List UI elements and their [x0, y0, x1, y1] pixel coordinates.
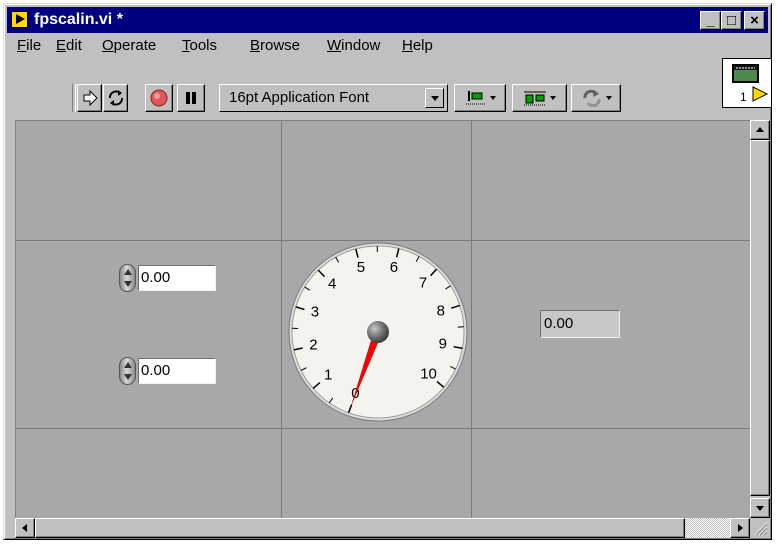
scroll-right-button[interactable] — [730, 518, 750, 538]
distribute-objects-button[interactable] — [512, 84, 567, 112]
minimize-button[interactable]: _ — [700, 11, 721, 30]
menu-help[interactable]: Help — [402, 37, 433, 54]
align-objects-icon — [465, 91, 486, 105]
gauge-label-8: 8 — [437, 303, 445, 320]
gauge[interactable]: 0 1 2 3 4 5 6 7 8 9 10 — [287, 241, 469, 423]
gauge-label-7: 7 — [419, 275, 427, 292]
reorder-icon — [582, 89, 601, 107]
run-button[interactable] — [77, 84, 102, 112]
numeric-indicator: 0.00 — [540, 310, 620, 338]
font-ring[interactable]: 16pt Application Font — [219, 84, 448, 112]
numeric-control-bottom-value[interactable]: 0.00 — [138, 358, 216, 384]
gauge-label-5: 5 — [357, 259, 365, 276]
scroll-left-button[interactable] — [15, 518, 35, 538]
gauge-label-3: 3 — [311, 304, 319, 321]
chevron-down-icon[interactable] — [425, 88, 444, 108]
gauge-label-6: 6 — [390, 259, 398, 276]
abort-icon — [150, 89, 168, 107]
gauge-label-2: 2 — [309, 337, 317, 354]
menu-window[interactable]: Window — [327, 37, 380, 54]
menu-tools[interactable]: Tools — [182, 37, 217, 54]
vi-icon-graphic: 1 — [725, 61, 769, 105]
close-icon: × — [750, 12, 759, 29]
vertical-scroll-thumb[interactable] — [750, 140, 770, 496]
abort-button[interactable] — [145, 84, 173, 112]
gauge-label-1: 1 — [324, 366, 332, 383]
gauge-hub — [367, 321, 389, 343]
title-bar[interactable]: fpscalin.vi * _ □ × — [7, 7, 768, 33]
window-title: fpscalin.vi * — [34, 11, 123, 28]
scroll-right-icon — [738, 524, 743, 532]
distribute-objects-icon — [524, 91, 546, 106]
menu-bar: File Edit Operate Tools Browse Window He… — [7, 35, 707, 57]
dropdown-arrow-icon — [489, 96, 496, 100]
scroll-down-icon — [756, 506, 764, 511]
dropdown-arrow-icon — [550, 96, 556, 100]
pause-icon — [186, 92, 196, 104]
horizontal-scrollbar[interactable] — [15, 518, 750, 538]
labview-app-icon[interactable] — [11, 11, 28, 28]
align-objects-button[interactable] — [454, 84, 506, 112]
numeric-control-top[interactable]: 0.00 — [119, 264, 219, 292]
toolbar-separator — [72, 84, 76, 112]
dropdown-arrow-icon — [605, 96, 612, 100]
gauge-label-10: 10 — [420, 365, 437, 382]
grid-line — [16, 428, 750, 429]
menu-file[interactable]: File — [17, 37, 41, 54]
horizontal-scroll-thumb[interactable] — [35, 518, 685, 538]
numeric-control-bottom[interactable]: 0.00 — [119, 357, 219, 385]
vi-connector-icon[interactable]: 1 — [722, 58, 772, 108]
gauge-label-9: 9 — [439, 336, 447, 353]
maximize-button[interactable]: □ — [721, 11, 742, 30]
maximize-icon: □ — [726, 12, 737, 29]
close-button[interactable]: × — [744, 11, 765, 30]
horizontal-scroll-track[interactable] — [685, 518, 730, 538]
increment-decrement-icon[interactable] — [119, 357, 136, 385]
run-continuous-icon — [108, 90, 123, 106]
connector-label: 1 — [740, 90, 747, 104]
numeric-control-top-value[interactable]: 0.00 — [138, 265, 216, 291]
grid-line — [471, 121, 472, 518]
menu-edit[interactable]: Edit — [56, 37, 82, 54]
labview-window: fpscalin.vi * _ □ × File Edit Operate To… — [3, 3, 772, 540]
resize-grip-icon[interactable] — [752, 520, 768, 536]
front-panel[interactable]: 0.00 0.00 0 1 2 3 4 5 6 7 8 9 10 — [15, 120, 750, 518]
pause-button[interactable] — [177, 84, 205, 112]
gauge-label-4: 4 — [328, 275, 336, 292]
scroll-up-icon — [756, 127, 764, 132]
reorder-button[interactable] — [571, 84, 621, 112]
menu-operate[interactable]: Operate — [102, 37, 156, 54]
run-arrow-icon — [83, 90, 98, 106]
minimize-icon: _ — [706, 12, 715, 29]
scroll-down-button[interactable] — [750, 498, 770, 518]
font-ring-label: 16pt Application Font — [229, 89, 370, 106]
menu-browse[interactable]: Browse — [250, 37, 300, 54]
grid-line — [281, 121, 282, 518]
scroll-left-icon — [22, 524, 27, 532]
run-continuously-button[interactable] — [103, 84, 128, 112]
scroll-up-button[interactable] — [750, 120, 770, 140]
increment-decrement-icon[interactable] — [119, 264, 136, 292]
vertical-scrollbar[interactable] — [750, 120, 770, 518]
